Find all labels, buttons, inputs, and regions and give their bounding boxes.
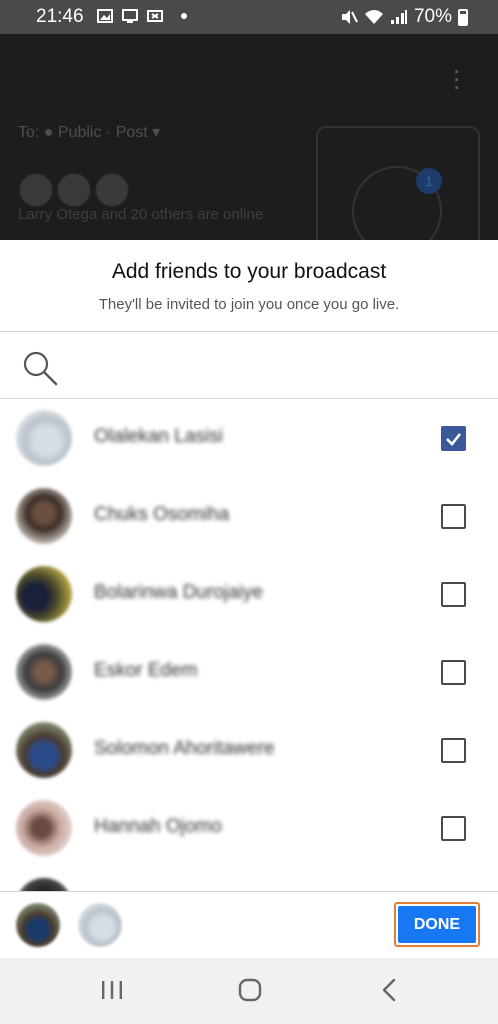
friend-row[interactable]: Chuks Osomiha	[0, 477, 498, 555]
friends-list: Olalekan Lasisi Chuks Osomiha Bolarinwa …	[0, 399, 498, 891]
friend-name: Olalekan Lasisi	[94, 426, 223, 447]
friend-row[interactable]: Olalekan Lasisi	[0, 399, 498, 477]
status-time: 21:46	[36, 6, 84, 27]
friend-name: Hannah Ojomo	[94, 816, 222, 837]
avatar	[16, 800, 72, 856]
home-icon[interactable]	[238, 978, 262, 1002]
checkbox[interactable]	[441, 738, 466, 763]
friend-row[interactable]: Solomon Ahoritawere	[0, 711, 498, 789]
sheet-title: Add friends to your broadcast	[111, 260, 387, 283]
avatar	[16, 644, 72, 700]
checkbox[interactable]	[441, 660, 466, 685]
dot-icon	[181, 13, 187, 19]
battery-percent: 70%	[413, 6, 452, 27]
avatar	[16, 488, 72, 544]
friend-name: Eskor Edem	[94, 660, 198, 681]
avatar	[16, 878, 72, 891]
invite-count-badge: 1	[416, 168, 442, 194]
checkbox[interactable]	[441, 582, 466, 607]
friend-name: Solomon Ahoritawere	[94, 738, 275, 759]
cast-icon	[122, 9, 138, 23]
done-button[interactable]: DONE	[394, 902, 480, 947]
friend-name: Bolarinwa Durojaiye	[94, 582, 263, 603]
friend-name: Chuks Osomiha	[94, 504, 230, 525]
sheet-subtitle: They'll be invited to join you once you …	[98, 296, 400, 313]
checkmark-icon	[446, 433, 462, 446]
status-bar: 21:46 70%	[0, 0, 498, 34]
signal-icon	[390, 10, 407, 24]
friend-row[interactable]: Bolarinwa Durojaiye	[0, 555, 498, 633]
back-icon[interactable]	[378, 978, 402, 1002]
avatar	[16, 410, 72, 466]
selected-avatar[interactable]	[78, 903, 122, 947]
search-icon[interactable]	[20, 348, 60, 388]
selected-avatar[interactable]	[16, 903, 60, 947]
mute-icon	[341, 10, 358, 24]
checkbox[interactable]	[441, 504, 466, 529]
friend-row[interactable]	[0, 867, 498, 891]
divider	[0, 891, 498, 892]
more-options-icon: · · ·	[452, 54, 462, 101]
friend-row[interactable]: Eskor Edem	[0, 633, 498, 711]
friend-row[interactable]: Hannah Ojomo	[0, 789, 498, 867]
recent-apps-icon[interactable]	[100, 978, 124, 1002]
wifi-icon	[364, 10, 383, 24]
online-friends-avatars	[18, 172, 130, 208]
audience-selector: To: ● Public · Post ▾	[18, 124, 161, 141]
avatar	[16, 722, 72, 778]
avatar	[16, 566, 72, 622]
online-friends-text: Larry Otega and 20 others are online	[18, 206, 264, 223]
add-friends-sheet: Add friends to your broadcast They'll be…	[0, 240, 498, 958]
divider	[0, 331, 498, 332]
checkbox[interactable]	[441, 816, 466, 841]
battery-icon	[458, 8, 468, 26]
image-icon	[97, 9, 113, 23]
checkbox-checked[interactable]	[441, 426, 466, 451]
done-button-label: DONE	[398, 906, 476, 943]
live-broadcast-background: · · · To: ● Public · Post ▾ Larry Otega an…	[0, 34, 498, 256]
video-icon	[147, 10, 163, 22]
system-navigation-bar	[0, 958, 498, 1024]
